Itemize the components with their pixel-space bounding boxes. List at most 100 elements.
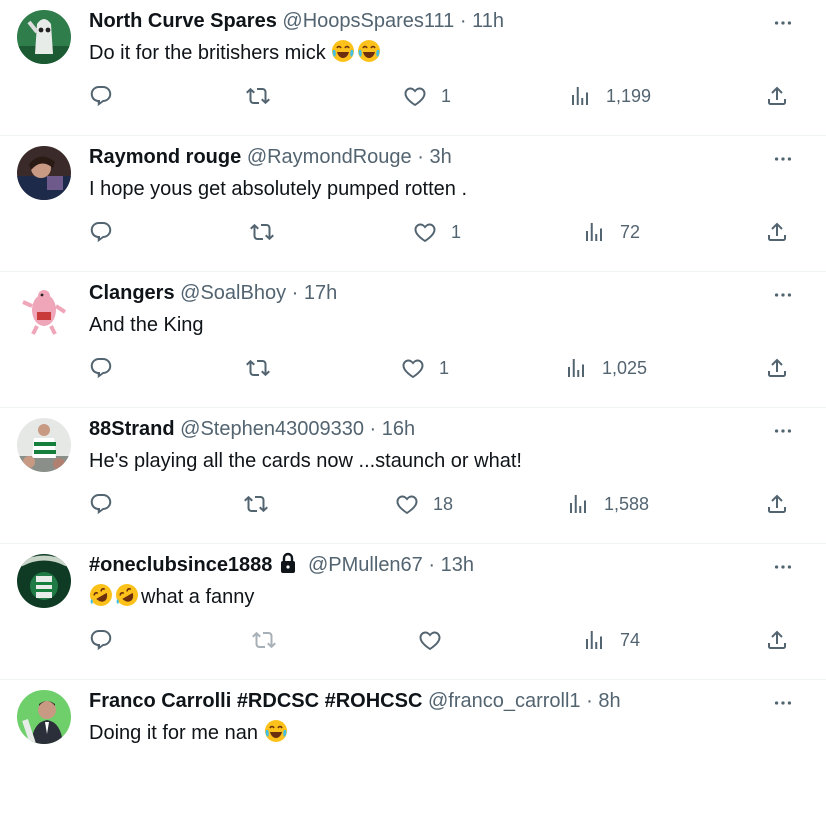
share-button[interactable] (765, 218, 789, 246)
reply-icon (90, 222, 112, 243)
views-button[interactable]: 74 (582, 626, 640, 654)
tweet[interactable]: #oneclubsince1888 @PMullen67 · 13h what … (0, 544, 826, 680)
tweet[interactable]: North Curve Spares @HoopsSpares111 · 11h… (0, 0, 826, 136)
retweet-icon (244, 495, 268, 513)
tweet-text: Doing it for me nan (89, 719, 290, 747)
display-name[interactable]: 88Strand (89, 418, 175, 440)
user-handle[interactable]: @PMullen67 (308, 554, 423, 576)
like-count: 18 (433, 493, 454, 514)
like-count: 1 (441, 85, 452, 106)
share-button[interactable] (765, 82, 789, 110)
reply-icon (90, 630, 112, 651)
reply-icon (90, 494, 112, 515)
timestamp[interactable]: 11h (472, 10, 504, 32)
avatar[interactable] (17, 10, 71, 64)
reply-button[interactable] (89, 626, 113, 654)
share-icon (768, 86, 786, 105)
reply-button[interactable] (89, 490, 113, 518)
tweet[interactable]: Franco Carrolli #RDCSC #ROHCSC @franco_c… (0, 680, 826, 816)
share-button[interactable] (765, 626, 789, 654)
timestamp[interactable]: 3h (429, 146, 451, 168)
display-name[interactable]: #oneclubsince1888 (89, 554, 272, 576)
action-bar: 1 1,199 (0, 82, 826, 110)
share-icon (768, 494, 786, 513)
reply-button[interactable] (89, 354, 113, 382)
reply-icon (90, 358, 112, 379)
reply-button[interactable] (89, 82, 113, 110)
user-handle[interactable]: @franco_carroll1 (428, 690, 581, 712)
more-options-icon[interactable] (772, 284, 794, 306)
tweet[interactable]: 88Strand @Stephen43009330 · 16h He's pla… (0, 408, 826, 544)
user-handle[interactable]: @SoalBhoy (180, 282, 286, 304)
tweet-header: #oneclubsince1888 @PMullen67 · 13h (89, 552, 474, 578)
tweet-header: Clangers @SoalBhoy · 17h (89, 280, 337, 306)
tweet-text-content: Do it for the britishers mick (89, 42, 326, 64)
reply-button[interactable] (89, 218, 113, 246)
share-icon (768, 630, 786, 649)
display-name[interactable]: North Curve Spares (89, 10, 277, 32)
separator-dot: · (369, 418, 377, 440)
more-options-icon[interactable] (772, 12, 794, 34)
retweet-icon (250, 223, 274, 241)
retweet-button[interactable] (246, 82, 270, 110)
view-count: 1,025 (602, 357, 648, 378)
timestamp[interactable]: 16h (382, 418, 415, 440)
avatar[interactable] (17, 282, 71, 336)
share-icon (768, 222, 786, 241)
tears-of-joy-emoji-icon (331, 39, 356, 63)
views-icon (570, 495, 586, 513)
retweet-button[interactable] (250, 218, 274, 246)
more-options-icon[interactable] (772, 692, 794, 714)
rolling-laughing-emoji-icon (115, 583, 139, 607)
avatar[interactable] (17, 418, 71, 472)
display-name[interactable]: Raymond rouge (89, 146, 241, 168)
like-button[interactable]: 18 (395, 490, 453, 518)
more-options-icon[interactable] (772, 148, 794, 170)
retweet-icon (246, 359, 270, 377)
avatar[interactable] (17, 146, 71, 200)
user-handle[interactable]: @Stephen43009330 (180, 418, 364, 440)
user-handle[interactable]: @RaymondRouge (247, 146, 412, 168)
tweet-text-content: Doing it for me nan (89, 722, 258, 744)
more-options-icon[interactable] (772, 556, 794, 578)
heart-icon (414, 223, 436, 243)
views-button[interactable]: 72 (582, 218, 640, 246)
retweet-icon (246, 87, 270, 105)
display-name[interactable]: Clangers (89, 282, 175, 304)
user-handle[interactable]: @HoopsSpares111 (282, 10, 454, 32)
protected-lock-icon (281, 552, 296, 573)
tweet-text: He's playing all the cards now ...staunc… (89, 447, 522, 475)
timestamp[interactable]: 8h (598, 690, 620, 712)
tweet-header: Raymond rouge @RaymondRouge · 3h (89, 144, 452, 170)
retweet-button[interactable] (244, 490, 268, 518)
views-button[interactable]: 1,588 (566, 490, 649, 518)
display-name[interactable]: Franco Carrolli #RDCSC #ROHCSC (89, 690, 422, 712)
tweet-text-content: He's playing all the cards now ...staunc… (89, 450, 522, 472)
avatar[interactable] (17, 554, 71, 608)
separator-dot: · (428, 554, 436, 576)
avatar[interactable] (17, 690, 71, 744)
share-icon (768, 358, 786, 377)
timestamp[interactable]: 17h (304, 282, 337, 304)
more-options-icon[interactable] (772, 420, 794, 442)
like-button[interactable]: 1 (403, 82, 451, 110)
tears-of-joy-emoji-icon (263, 719, 288, 743)
like-button[interactable] (418, 626, 442, 654)
heart-icon (419, 631, 441, 651)
views-button[interactable]: 1,025 (564, 354, 647, 382)
timestamp[interactable]: 13h (441, 554, 474, 576)
like-button[interactable]: 1 (401, 354, 449, 382)
views-button[interactable]: 1,199 (568, 82, 651, 110)
retweet-button[interactable] (246, 354, 270, 382)
like-button[interactable]: 1 (413, 218, 461, 246)
tweet[interactable]: Raymond rouge @RaymondRouge · 3h I hope … (0, 136, 826, 272)
separator-dot: · (291, 282, 299, 304)
tweet-header: Franco Carrolli #RDCSC #ROHCSC @franco_c… (89, 688, 621, 714)
tweet-text-content: And the King (89, 314, 204, 336)
tweet[interactable]: Clangers @SoalBhoy · 17h And the King 1 … (0, 272, 826, 408)
tweet-header: North Curve Spares @HoopsSpares111 · 11h (89, 8, 504, 34)
share-button[interactable] (765, 490, 789, 518)
view-count: 72 (620, 221, 641, 242)
share-button[interactable] (765, 354, 789, 382)
separator-dot: · (459, 10, 467, 32)
